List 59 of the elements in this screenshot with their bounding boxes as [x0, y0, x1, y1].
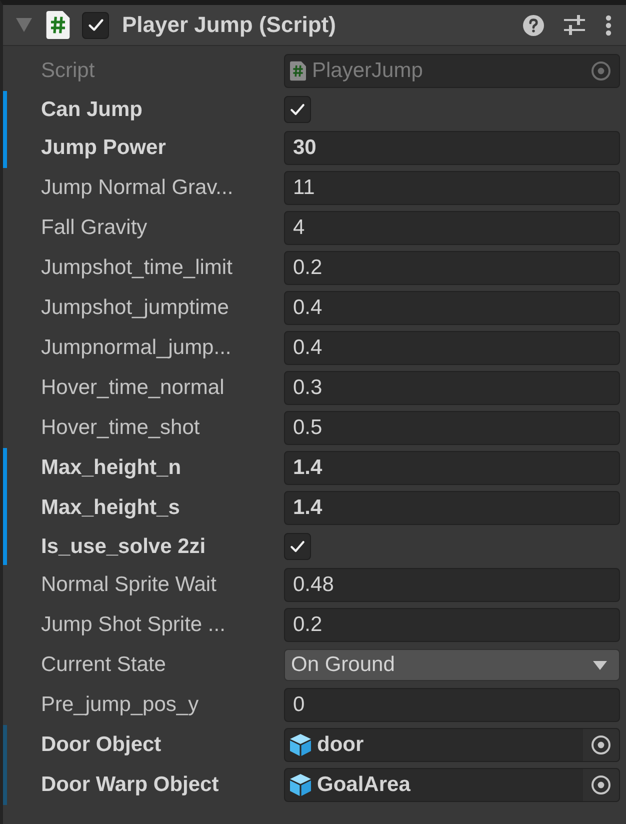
object-field[interactable]: door: [284, 728, 620, 762]
checkbox[interactable]: [284, 533, 311, 560]
field-label: Is_use_solve 2zi: [41, 534, 207, 558]
foldout-toggle[interactable]: [15, 17, 33, 33]
number-field[interactable]: 4: [284, 211, 620, 245]
target-icon: [591, 61, 611, 81]
number-field[interactable]: 0.4: [284, 331, 620, 365]
more-options-icon[interactable]: [605, 14, 612, 36]
field-label: Jumpnormal_jump...: [41, 336, 232, 360]
number-field[interactable]: 11: [284, 171, 620, 205]
object-name: door: [317, 733, 365, 757]
number-field[interactable]: 0.3: [284, 371, 620, 405]
field-label: Current State: [41, 653, 167, 677]
number-field[interactable]: 30: [284, 131, 620, 165]
field-label: Hover_time_shot: [41, 416, 201, 440]
check-icon: [86, 16, 104, 34]
field-label: Hover_time_normal: [41, 376, 226, 400]
field-label: Door Object: [41, 733, 162, 757]
number-field[interactable]: 0.4: [284, 291, 620, 325]
object-name: GoalArea: [317, 773, 412, 797]
help-icon[interactable]: [523, 14, 544, 36]
component-title: Player Jump (Script): [122, 12, 337, 38]
dropdown[interactable]: On Ground: [284, 649, 620, 681]
script-icon: [290, 61, 306, 81]
enabled-checkbox[interactable]: [82, 12, 109, 38]
field-label: Max_height_n: [41, 456, 182, 480]
check-icon: [289, 101, 306, 118]
target-icon: [591, 735, 611, 755]
field-label: Can Jump: [41, 98, 144, 122]
number-field[interactable]: 1.4: [284, 491, 620, 525]
field-label: Script: [41, 59, 96, 83]
caret-icon: [593, 660, 607, 670]
check-icon: [289, 538, 306, 555]
field-label: Max_height_s: [41, 496, 181, 520]
number-field[interactable]: 0.2: [284, 251, 620, 285]
number-field[interactable]: 0.5: [284, 411, 620, 445]
field-label: Jump Shot Sprite ...: [41, 613, 226, 637]
number-field[interactable]: 0: [284, 688, 620, 722]
number-field[interactable]: 0.48: [284, 568, 620, 602]
sliders-icon[interactable]: [564, 15, 585, 35]
field-label: Jumpshot_time_limit: [41, 256, 234, 280]
checkbox[interactable]: [284, 96, 311, 123]
field-label: Pre_jump_pos_y: [41, 693, 200, 717]
object-picker-button[interactable]: [583, 729, 619, 761]
object-picker-button[interactable]: [583, 769, 619, 801]
cube-icon: [290, 774, 311, 796]
cube-icon: [290, 734, 311, 756]
number-field[interactable]: 1.4: [284, 451, 620, 485]
field-label: Jump Power: [41, 136, 167, 160]
field-label: Fall Gravity: [41, 216, 148, 240]
number-field[interactable]: 0.2: [284, 608, 620, 642]
script-name: PlayerJump: [312, 59, 424, 83]
field-label: Jump Normal Grav...: [41, 176, 234, 200]
field-label: Normal Sprite Wait: [41, 573, 218, 597]
field-label: Door Warp Object: [41, 773, 220, 797]
field-label: Jumpshot_jumptime: [41, 296, 230, 320]
script-icon: [46, 11, 70, 39]
target-icon: [591, 775, 611, 795]
object-field[interactable]: GoalArea: [284, 768, 620, 802]
